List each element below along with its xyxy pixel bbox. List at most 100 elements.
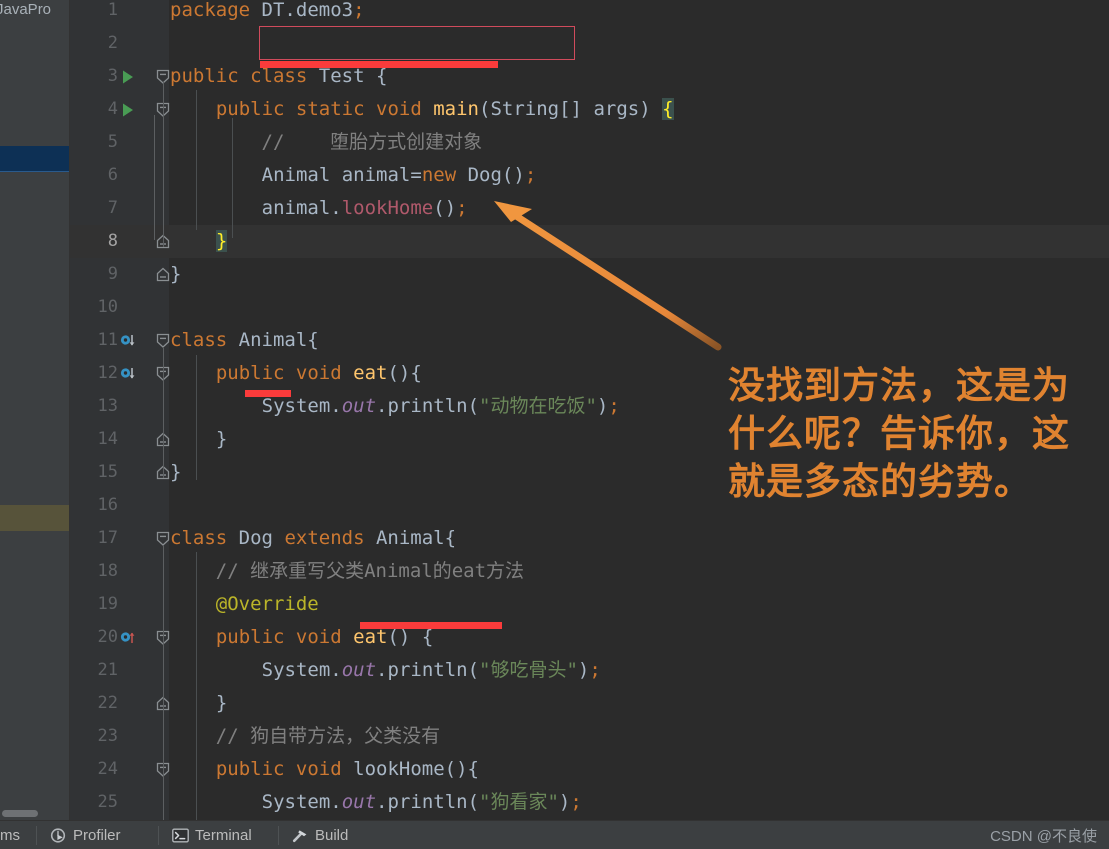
line-number: 5 — [107, 132, 118, 152]
code-line[interactable]: animal.lookHome(); — [170, 192, 468, 225]
line-number: 11 — [97, 330, 118, 350]
editor-line-row[interactable]: 10 — [70, 291, 1109, 324]
profiler-icon — [50, 827, 67, 844]
editor-line-row[interactable]: 2 — [70, 27, 1109, 60]
line-number: 14 — [97, 429, 118, 449]
editor-line-row[interactable]: 17 class Dog extends Animal{ — [70, 522, 1109, 555]
line-number: 13 — [97, 396, 118, 416]
line-number: 23 — [97, 726, 118, 746]
code-line[interactable]: System.out.println("动物在吃饭"); — [170, 390, 620, 423]
code-line[interactable]: } — [170, 456, 181, 489]
tool-window-bar[interactable]: ms Profiler Terminal Build CSDN @不良使 — [0, 820, 1109, 849]
editor-line-row[interactable]: 11 class Animal{ — [70, 324, 1109, 357]
tool-item-terminal: Terminal — [172, 821, 252, 849]
overriding-method-gutter-icon[interactable] — [120, 629, 136, 647]
red-underline-lookhome-method — [360, 622, 502, 629]
line-number: 9 — [107, 264, 118, 284]
code-line[interactable]: package DT.demo3; — [170, 0, 365, 27]
code-line[interactable]: public void eat(){ — [170, 357, 422, 390]
editor-line-row[interactable]: 20 public void eat() { — [70, 621, 1109, 654]
code-line[interactable]: System.out.println("狗看家"); — [170, 786, 582, 819]
line-number: 8 — [107, 231, 118, 251]
code-line[interactable]: // 堕胎方式创建对象 — [170, 126, 483, 159]
project-panel[interactable]: JavaPro — [0, 0, 70, 820]
tool-bar-divider-1 — [36, 826, 37, 845]
code-line[interactable]: // 继承重写父类Animal的eat方法 — [170, 555, 524, 588]
project-panel-title: JavaPro — [0, 1, 52, 18]
tool-bar-divider-2 — [158, 826, 159, 845]
fold-region-line-class-test — [163, 82, 164, 247]
editor-line-row[interactable]: 1 package DT.demo3; — [70, 0, 1109, 27]
code-line[interactable]: } — [170, 687, 227, 720]
line-number: 16 — [97, 495, 118, 515]
line-number: 25 — [97, 792, 118, 812]
annotation-note-text: 没找到方法，这是为什么呢？告诉你，这就是多态的劣势。 — [728, 364, 1070, 503]
indent-guide-3 — [232, 118, 233, 238]
code-line[interactable]: class Animal{ — [170, 324, 319, 357]
editor-line-row[interactable]: 5 // 堕胎方式创建对象 — [70, 126, 1109, 159]
editor-line-row[interactable]: 23 // 狗自带方法，父类没有 — [70, 720, 1109, 753]
tool-item-profiler: Profiler — [50, 821, 121, 849]
run-gutter-icon[interactable] — [120, 68, 136, 86]
build-hammer-icon — [291, 828, 309, 844]
line-number: 4 — [107, 99, 118, 119]
editor-line-row[interactable]: 6 Animal animal=new Dog(); — [70, 159, 1109, 192]
line-number: 3 — [107, 66, 118, 86]
code-line[interactable]: public void lookHome(){ — [170, 753, 479, 786]
fold-region-line-main-method — [154, 115, 155, 240]
tool-bar-divider-3 — [278, 826, 279, 845]
indent-guide-1 — [196, 355, 197, 480]
line-number: 10 — [97, 297, 118, 317]
line-number: 6 — [107, 165, 118, 185]
editor-line-row[interactable]: 7 animal.lookHome(); — [70, 192, 1109, 225]
code-line[interactable]: } — [170, 225, 228, 258]
editor-line-row[interactable]: 24 public void lookHome(){ — [70, 753, 1109, 786]
implemented-by-gutter-icon[interactable] — [120, 332, 136, 350]
project-panel-selected-row[interactable] — [0, 146, 69, 172]
tool-label-build: Build — [315, 827, 349, 844]
red-underline-lookhome-call — [260, 61, 498, 68]
line-number: 7 — [107, 198, 118, 218]
line-number: 1 — [107, 0, 118, 20]
code-line[interactable]: class Dog extends Animal{ — [170, 522, 456, 555]
project-panel-modified-row[interactable] — [0, 505, 69, 531]
line-number: 21 — [97, 660, 118, 680]
tool-item-ms: ms — [0, 821, 20, 849]
tool-label-ms: ms — [0, 827, 20, 844]
ide-screenshot: JavaPro 1 package DT.demo3; 2 3 public class… — [0, 0, 1109, 849]
project-panel-horizontal-scrollbar[interactable] — [2, 810, 38, 817]
implemented-by-gutter-icon[interactable] — [120, 365, 136, 383]
editor-line-row[interactable]: 25 System.out.println("狗看家"); — [70, 786, 1109, 819]
editor-line-row[interactable]: 8 } — [70, 225, 1109, 258]
editor-line-row[interactable]: 19 @Override — [70, 588, 1109, 621]
tool-label-terminal: Terminal — [195, 827, 252, 844]
terminal-icon — [172, 828, 189, 843]
red-underline-dog-class — [245, 390, 291, 397]
line-number: 24 — [97, 759, 118, 779]
fold-region-line-class-dog — [163, 545, 164, 820]
csdn-watermark: CSDN @不良使 — [990, 828, 1097, 845]
editor-line-row[interactable]: 4 public static void main(String[] args)… — [70, 93, 1109, 126]
indent-guide-0 — [196, 90, 197, 230]
line-number: 19 — [97, 594, 118, 614]
editor-line-row[interactable]: 18 // 继承重写父类Animal的eat方法 — [70, 555, 1109, 588]
editor-line-row[interactable]: 22 } — [70, 687, 1109, 720]
code-line[interactable]: System.out.println("够吃骨头"); — [170, 654, 601, 687]
editor-line-row[interactable]: 9} — [70, 258, 1109, 291]
indent-guide-2 — [196, 552, 197, 822]
tool-item-build: Build — [291, 821, 348, 849]
line-number: 17 — [97, 528, 118, 548]
run-gutter-icon[interactable] — [120, 101, 136, 119]
line-number: 22 — [97, 693, 118, 713]
tool-label-profiler: Profiler — [73, 827, 121, 844]
code-line[interactable]: } — [170, 258, 181, 291]
editor-line-row[interactable]: 21 System.out.println("够吃骨头"); — [70, 654, 1109, 687]
code-line[interactable]: Animal animal=new Dog(); — [170, 159, 537, 192]
code-line[interactable]: } — [170, 423, 227, 456]
code-line[interactable]: public static void main(String[] args) { — [170, 93, 674, 126]
code-line[interactable]: @Override — [170, 588, 319, 621]
line-number: 15 — [97, 462, 118, 482]
line-number: 2 — [107, 33, 118, 53]
code-line[interactable]: // 狗自带方法，父类没有 — [170, 720, 440, 753]
editor-line-row[interactable]: 3 public class Test { — [70, 60, 1109, 93]
